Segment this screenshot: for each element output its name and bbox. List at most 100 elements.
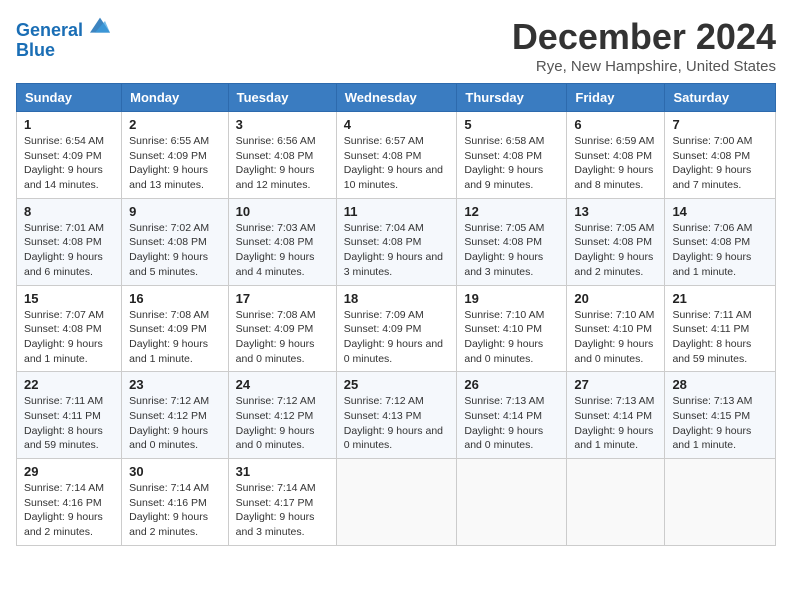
day-number: 14 (672, 204, 768, 219)
calendar-cell: 7 Sunrise: 7:00 AMSunset: 4:08 PMDaylight… (665, 112, 776, 199)
day-detail: Sunrise: 7:09 AMSunset: 4:09 PMDaylight:… (344, 308, 450, 367)
calendar-week-row: 29 Sunrise: 7:14 AMSunset: 4:16 PMDayligh… (17, 459, 776, 546)
day-number: 1 (24, 117, 114, 132)
day-detail: Sunrise: 7:12 AMSunset: 4:12 PMDaylight:… (129, 394, 220, 453)
weekday-header-sunday: Sunday (17, 84, 122, 112)
day-detail: Sunrise: 7:02 AMSunset: 4:08 PMDaylight:… (129, 221, 220, 280)
day-number: 10 (236, 204, 329, 219)
calendar-cell: 19Sunrise: 7:10 AMSunset: 4:10 PMDayligh… (457, 285, 567, 372)
month-title: December 2024 (512, 16, 776, 58)
logo: General Blue (16, 16, 110, 61)
day-number: 22 (24, 377, 114, 392)
day-detail: Sunrise: 7:11 AMSunset: 4:11 PMDaylight:… (24, 394, 114, 453)
day-detail: Sunrise: 7:03 AMSunset: 4:08 PMDaylight:… (236, 221, 329, 280)
day-detail: Sunrise: 7:12 AMSunset: 4:13 PMDaylight:… (344, 394, 450, 453)
calendar-cell: 17 Sunrise: 7:08 AMSunset: 4:09 PMDayligh… (228, 285, 336, 372)
day-detail: Sunrise: 7:05 AMSunset: 4:08 PMDaylight:… (464, 221, 559, 280)
day-number: 4 (344, 117, 450, 132)
calendar-cell: 13Sunrise: 7:05 AMSunset: 4:08 PMDayligh… (567, 198, 665, 285)
day-detail: Sunrise: 6:58 AMSunset: 4:08 PMDaylight:… (464, 134, 559, 193)
day-number: 17 (236, 291, 329, 306)
calendar-cell: 11Sunrise: 7:04 AMSunset: 4:08 PMDayligh… (336, 198, 457, 285)
day-detail: Sunrise: 7:11 AMSunset: 4:11 PMDaylight:… (672, 308, 768, 367)
day-number: 25 (344, 377, 450, 392)
calendar-cell: 9 Sunrise: 7:02 AMSunset: 4:08 PMDaylight… (122, 198, 228, 285)
calendar-cell (336, 459, 457, 546)
day-detail: Sunrise: 7:10 AMSunset: 4:10 PMDaylight:… (574, 308, 657, 367)
calendar-week-row: 22 Sunrise: 7:11 AMSunset: 4:11 PMDayligh… (17, 372, 776, 459)
calendar-cell: 20 Sunrise: 7:10 AMSunset: 4:10 PMDayligh… (567, 285, 665, 372)
day-number: 20 (574, 291, 657, 306)
day-number: 28 (672, 377, 768, 392)
calendar-cell: 29 Sunrise: 7:14 AMSunset: 4:16 PMDayligh… (17, 459, 122, 546)
calendar-cell: 26Sunrise: 7:13 AMSunset: 4:14 PMDayligh… (457, 372, 567, 459)
day-detail: Sunrise: 7:08 AMSunset: 4:09 PMDaylight:… (129, 308, 220, 367)
day-detail: Sunrise: 6:57 AMSunset: 4:08 PMDaylight:… (344, 134, 450, 193)
calendar-cell: 15Sunrise: 7:07 AMSunset: 4:08 PMDayligh… (17, 285, 122, 372)
weekday-header-monday: Monday (122, 84, 228, 112)
calendar-cell: 21 Sunrise: 7:11 AMSunset: 4:11 PMDayligh… (665, 285, 776, 372)
day-detail: Sunrise: 7:08 AMSunset: 4:09 PMDaylight:… (236, 308, 329, 367)
calendar-cell: 6 Sunrise: 6:59 AMSunset: 4:08 PMDaylight… (567, 112, 665, 199)
day-number: 24 (236, 377, 329, 392)
calendar-week-row: 8Sunrise: 7:01 AMSunset: 4:08 PMDaylight… (17, 198, 776, 285)
day-detail: Sunrise: 7:14 AMSunset: 4:16 PMDaylight:… (129, 481, 220, 540)
day-number: 19 (464, 291, 559, 306)
weekday-header-tuesday: Tuesday (228, 84, 336, 112)
logo-text: General (16, 16, 110, 41)
day-number: 6 (574, 117, 657, 132)
day-detail: Sunrise: 7:06 AMSunset: 4:08 PMDaylight:… (672, 221, 768, 280)
day-number: 26 (464, 377, 559, 392)
calendar-cell: 24 Sunrise: 7:12 AMSunset: 4:12 PMDayligh… (228, 372, 336, 459)
calendar-header-row: SundayMondayTuesdayWednesdayThursdayFrid… (17, 84, 776, 112)
calendar-cell: 27 Sunrise: 7:13 AMSunset: 4:14 PMDayligh… (567, 372, 665, 459)
day-number: 7 (672, 117, 768, 132)
calendar-cell: 14 Sunrise: 7:06 AMSunset: 4:08 PMDayligh… (665, 198, 776, 285)
calendar-table: SundayMondayTuesdayWednesdayThursdayFrid… (16, 83, 776, 546)
day-detail: Sunrise: 7:00 AMSunset: 4:08 PMDaylight:… (672, 134, 768, 193)
calendar-cell: 25 Sunrise: 7:12 AMSunset: 4:13 PMDayligh… (336, 372, 457, 459)
day-detail: Sunrise: 7:13 AMSunset: 4:14 PMDaylight:… (574, 394, 657, 453)
logo-icon (90, 16, 110, 36)
calendar-cell: 1 Sunrise: 6:54 AMSunset: 4:09 PMDaylight… (17, 112, 122, 199)
calendar-cell (665, 459, 776, 546)
calendar-cell: 28 Sunrise: 7:13 AMSunset: 4:15 PMDayligh… (665, 372, 776, 459)
weekday-header-wednesday: Wednesday (336, 84, 457, 112)
calendar-cell: 12 Sunrise: 7:05 AMSunset: 4:08 PMDayligh… (457, 198, 567, 285)
day-number: 29 (24, 464, 114, 479)
calendar-cell: 18 Sunrise: 7:09 AMSunset: 4:09 PMDayligh… (336, 285, 457, 372)
day-number: 5 (464, 117, 559, 132)
calendar-cell: 30 Sunrise: 7:14 AMSunset: 4:16 PMDayligh… (122, 459, 228, 546)
calendar-cell: 22 Sunrise: 7:11 AMSunset: 4:11 PMDayligh… (17, 372, 122, 459)
calendar-cell: 23 Sunrise: 7:12 AMSunset: 4:12 PMDayligh… (122, 372, 228, 459)
calendar-cell: 10 Sunrise: 7:03 AMSunset: 4:08 PMDayligh… (228, 198, 336, 285)
day-number: 23 (129, 377, 220, 392)
day-number: 9 (129, 204, 220, 219)
logo-line2: Blue (16, 41, 110, 61)
day-number: 8 (24, 204, 114, 219)
day-number: 18 (344, 291, 450, 306)
day-number: 12 (464, 204, 559, 219)
day-detail: Sunrise: 7:12 AMSunset: 4:12 PMDaylight:… (236, 394, 329, 453)
calendar-cell: 5 Sunrise: 6:58 AMSunset: 4:08 PMDaylight… (457, 112, 567, 199)
day-number: 27 (574, 377, 657, 392)
page-header: General Blue December 2024 Rye, New Hamp… (16, 16, 776, 75)
day-detail: Sunrise: 6:55 AMSunset: 4:09 PMDaylight:… (129, 134, 220, 193)
day-detail: Sunrise: 7:05 AMSunset: 4:08 PMDaylight:… (574, 221, 657, 280)
day-detail: Sunrise: 7:14 AMSunset: 4:16 PMDaylight:… (24, 481, 114, 540)
location: Rye, New Hampshire, United States (512, 58, 776, 75)
day-number: 2 (129, 117, 220, 132)
day-detail: Sunrise: 7:13 AMSunset: 4:15 PMDaylight:… (672, 394, 768, 453)
weekday-header-saturday: Saturday (665, 84, 776, 112)
title-block: December 2024 Rye, New Hampshire, United… (512, 16, 776, 75)
day-number: 16 (129, 291, 220, 306)
day-detail: Sunrise: 7:14 AMSunset: 4:17 PMDaylight:… (236, 481, 329, 540)
day-number: 3 (236, 117, 329, 132)
day-number: 30 (129, 464, 220, 479)
day-detail: Sunrise: 6:59 AMSunset: 4:08 PMDaylight:… (574, 134, 657, 193)
day-number: 21 (672, 291, 768, 306)
day-detail: Sunrise: 6:54 AMSunset: 4:09 PMDaylight:… (24, 134, 114, 193)
day-number: 15 (24, 291, 114, 306)
calendar-cell (457, 459, 567, 546)
calendar-week-row: 1 Sunrise: 6:54 AMSunset: 4:09 PMDaylight… (17, 112, 776, 199)
